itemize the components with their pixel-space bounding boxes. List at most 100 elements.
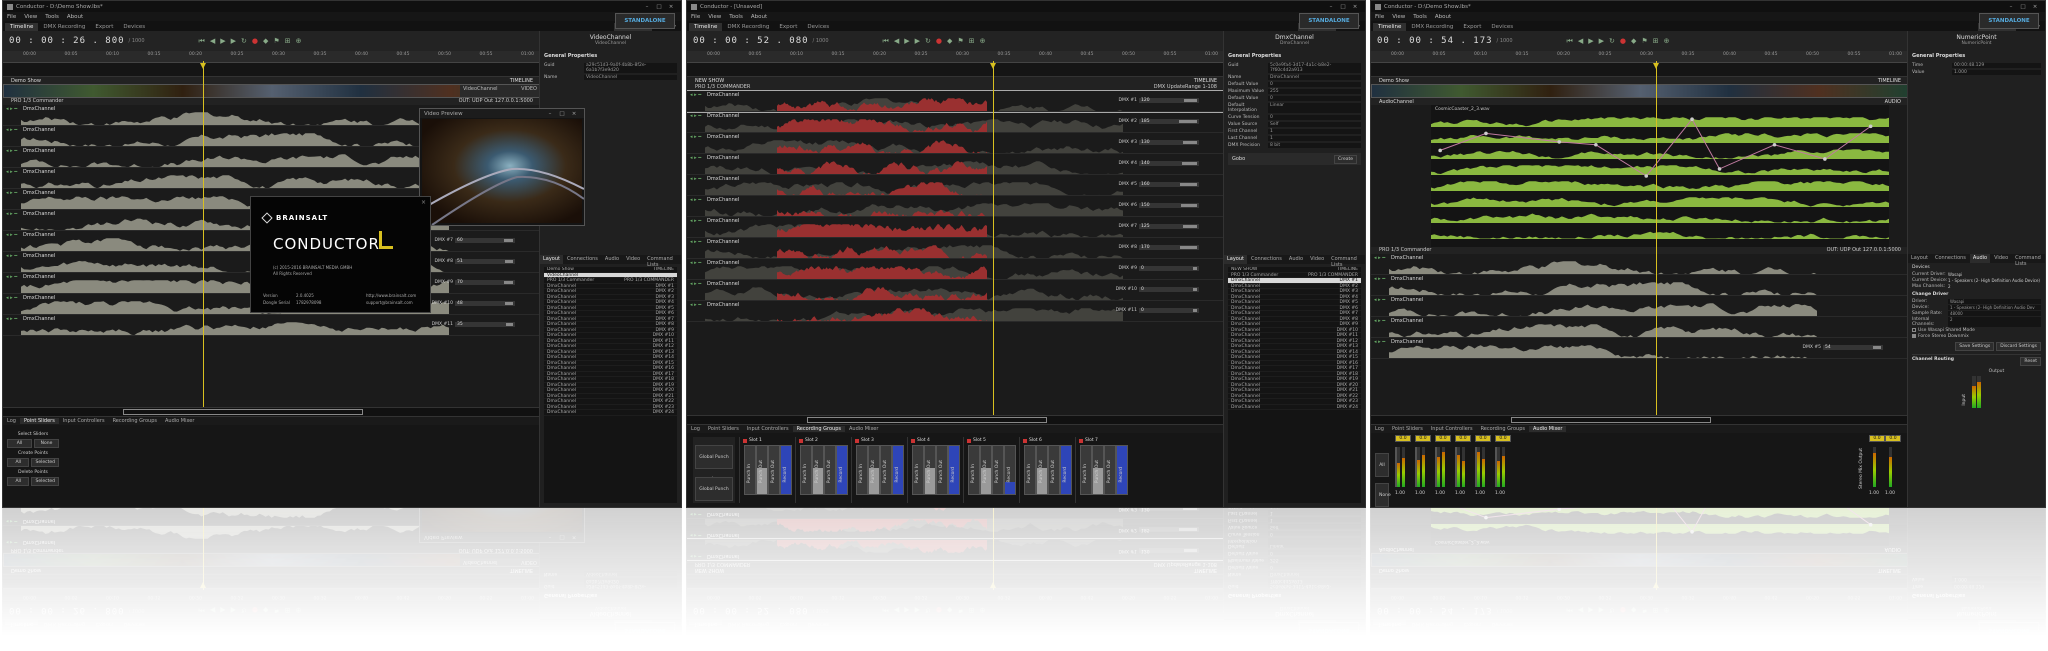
dmx-track[interactable]: ◂ ▸ ━ DmxChannel <box>3 508 541 525</box>
step-forward-icon[interactable]: ▶ <box>1599 606 1604 615</box>
driver-setting-value[interactable]: 48000 <box>1948 310 2041 316</box>
property-value[interactable]: DmxChannel <box>1268 571 1361 576</box>
maximize-icon[interactable]: □ <box>556 111 568 117</box>
property-value[interactable]: 255 <box>1268 89 1361 94</box>
slider-selected-button[interactable]: Selected <box>31 458 59 467</box>
bottom-tab-log[interactable]: Log <box>1371 426 1388 432</box>
playhead-line[interactable] <box>1656 508 1657 590</box>
minimize-icon[interactable]: – <box>1325 642 1337 648</box>
track-buttons[interactable]: ◂ ▸ ━ <box>6 274 17 280</box>
play-icon[interactable]: ▶ <box>1588 37 1593 46</box>
maximize-icon[interactable]: □ <box>1337 4 1349 10</box>
step-back-icon[interactable]: ◀ <box>894 37 899 46</box>
global-punch-in-button[interactable]: Global Punch In <box>695 445 733 482</box>
track-value[interactable]: 130 <box>1139 508 1199 512</box>
menu-view[interactable]: View <box>1392 632 1405 638</box>
layout-tab-command-lists[interactable]: Command Lists <box>1328 255 1365 268</box>
tab-dmx-recording[interactable]: DMX Recording <box>1406 23 1458 31</box>
track-buttons[interactable]: ◂ ▸ ━ <box>1374 297 1385 303</box>
zoom-icon[interactable]: ⊕ <box>980 606 986 615</box>
track-buttons[interactable]: ◂ ▸ ━ <box>690 553 701 559</box>
property-value[interactable]: a29c51d3-9a0f-4b8b-8f2e-6a1b7f3e9d20 <box>584 578 677 588</box>
tab-timeline[interactable]: Timeline <box>1373 620 1407 628</box>
checkbox-row[interactable]: Force Stereo Downmix <box>1910 333 2043 339</box>
horizontal-scrollbar[interactable] <box>687 415 1225 424</box>
marker-icon[interactable]: ◆ <box>263 37 268 46</box>
scroll-thumb[interactable] <box>807 417 1047 423</box>
record-arm-icon[interactable] <box>967 438 971 443</box>
maximize-icon[interactable]: □ <box>2017 642 2029 648</box>
track-value[interactable]: 60 <box>455 237 515 243</box>
scroll-thumb[interactable] <box>1511 417 1711 423</box>
property-value[interactable]: 5c0e9fa4-3d17-4a1c-b8e2-7f60c4d2a913 <box>1268 578 1361 588</box>
menu-file[interactable]: File <box>691 632 700 638</box>
tab-devices[interactable]: Devices <box>118 23 150 31</box>
create-button[interactable]: Create <box>1334 154 1357 164</box>
device-tab-video[interactable]: Video <box>1991 254 2011 263</box>
dmx-track[interactable]: ◂ ▸ ━ DmxChannel DMX #5 160 <box>687 175 1225 196</box>
channel-fader-knob[interactable] <box>1475 447 1477 487</box>
play-icon[interactable]: ▶ <box>220 37 225 46</box>
dmx-track[interactable]: ◂ ▸ ━ DmxChannel DMX #2 185 <box>687 518 1225 539</box>
record-icon[interactable]: ● <box>252 606 258 615</box>
automation-point[interactable] <box>1868 522 1873 527</box>
property-value[interactable]: 1.000 <box>1952 70 2041 75</box>
video-track[interactable] <box>1371 553 1909 567</box>
layout-tab-layout[interactable]: Layout <box>540 255 563 264</box>
loop-icon[interactable]: ↻ <box>1609 37 1615 46</box>
marker-icon[interactable]: ◆ <box>1631 606 1636 615</box>
flag-icon[interactable]: ⚑ <box>957 606 963 615</box>
property-value[interactable]: Linear <box>1268 538 1361 548</box>
track-buttons[interactable]: ◂ ▸ ━ <box>690 113 701 119</box>
marker-icon[interactable]: ◆ <box>947 37 952 46</box>
menu-file[interactable]: File <box>7 14 16 20</box>
automation-point[interactable] <box>1868 124 1873 129</box>
tree-row[interactable]: DmxChannel DMX #24 <box>1228 405 1361 410</box>
channel-fader-knob[interactable] <box>1435 447 1437 487</box>
snap-icon[interactable]: ⊞ <box>969 37 975 46</box>
flag-icon[interactable]: ⚑ <box>957 37 963 46</box>
close-icon[interactable]: × <box>568 535 580 541</box>
property-value[interactable]: 1.000 <box>1952 576 2041 581</box>
dmx-track[interactable]: ◂ ▸ ━ DmxChannel DMX #6 150 <box>687 196 1225 217</box>
automation-point[interactable] <box>1438 148 1442 153</box>
zoom-icon[interactable]: ⊕ <box>1664 606 1670 615</box>
track-value[interactable]: 140 <box>1139 160 1199 166</box>
track-buttons[interactable]: ◂ ▸ ━ <box>690 155 701 161</box>
automation-point[interactable] <box>1557 508 1562 511</box>
layout-tab-video[interactable]: Video <box>623 255 643 264</box>
play-icon[interactable]: ▶ <box>1588 606 1593 615</box>
dmx-track[interactable]: ◂ ▸ ━ DmxChannel DMX #3 130 <box>687 508 1225 518</box>
layout-tab-connections[interactable]: Connections <box>564 255 601 264</box>
flag-icon[interactable]: ⚑ <box>273 37 279 46</box>
flag-icon[interactable]: ⚑ <box>273 606 279 615</box>
track-value[interactable]: 0 <box>1139 307 1199 313</box>
dmx-track[interactable]: ◂ ▸ ━ DmxChannel DMX #2 185 <box>687 112 1225 133</box>
track-buttons[interactable]: ◂ ▸ ━ <box>690 260 701 266</box>
record-arm-icon[interactable] <box>855 438 859 443</box>
tree-row[interactable]: DmxChannel DMX #24 <box>544 410 677 416</box>
track-buttons[interactable]: ◂ ▸ ━ <box>1374 339 1385 345</box>
automation-point[interactable] <box>1823 157 1827 161</box>
layout-tab-audio[interactable]: Audio <box>602 255 622 264</box>
track-buttons[interactable]: ◂ ▸ ━ <box>690 197 701 203</box>
bottom-tab-input-controllers[interactable]: Input Controllers <box>1427 426 1477 432</box>
step-forward-icon[interactable]: ▶ <box>915 606 920 615</box>
play-icon[interactable]: ▶ <box>904 606 909 615</box>
maximize-icon[interactable]: □ <box>2017 4 2029 10</box>
property-value[interactable]: 0 <box>1268 564 1361 569</box>
minimize-icon[interactable]: – <box>544 535 556 541</box>
bottom-tab-audio-mixer[interactable]: Audio Mixer <box>161 418 198 424</box>
step-forward-icon[interactable]: ▶ <box>1599 37 1604 46</box>
menu-about[interactable]: About <box>751 632 767 638</box>
property-value[interactable]: VideoChannel <box>584 571 677 576</box>
mixer-all-button[interactable]: All <box>1375 453 1389 477</box>
dmx-track[interactable]: ◂ ▸ ━ DmxChannel DMX #11 0 <box>687 301 1225 322</box>
tab-dmx-recording[interactable]: DMX Recording <box>38 620 90 628</box>
dmx-track[interactable]: ◂ ▸ ━ DmxChannel DMX #1 120 <box>687 90 1226 113</box>
driver-setting-value[interactable]: Wasapi <box>1948 298 2041 304</box>
track-buttons[interactable]: ◂ ▸ ━ <box>1374 255 1385 261</box>
device-tab-audio[interactable]: Audio <box>1969 254 1991 263</box>
channel-fader-knob[interactable] <box>1495 447 1497 487</box>
tab-export[interactable]: Export <box>90 23 118 31</box>
